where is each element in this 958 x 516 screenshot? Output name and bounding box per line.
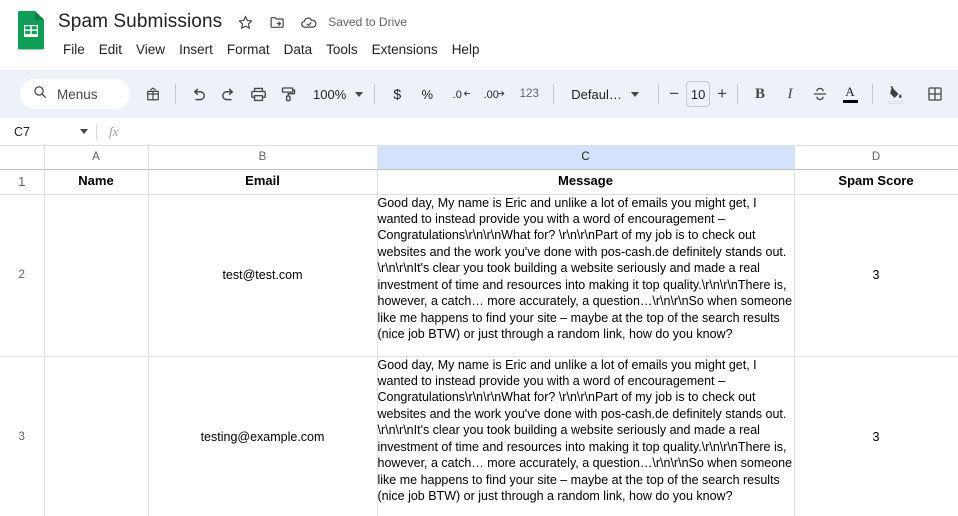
save-status-label: Saved to Drive <box>328 15 407 29</box>
column-header-c[interactable]: C <box>377 146 795 170</box>
decrease-decimal-button[interactable]: .0 <box>442 79 472 109</box>
redo-icon[interactable] <box>213 79 243 109</box>
formula-bar: C7 fx <box>0 118 958 146</box>
search-icon <box>32 84 48 105</box>
menu-item-extensions[interactable]: Extensions <box>365 40 445 59</box>
more-formats-button[interactable]: 123 <box>512 79 546 109</box>
text-color-label: A <box>845 84 855 99</box>
fill-color-icon[interactable] <box>880 79 910 109</box>
cloud-saved-icon <box>300 13 318 31</box>
menu-item-view[interactable]: View <box>129 40 172 59</box>
column-header-d[interactable]: D <box>794 146 958 170</box>
cell-b3[interactable]: testing@example.com <box>148 356 378 516</box>
row-header-3[interactable]: 3 <box>0 356 45 516</box>
cell-d2[interactable]: 3 <box>794 194 958 357</box>
toolbar-divider-5 <box>737 84 738 104</box>
cell-d1[interactable]: Spam Score <box>794 169 958 195</box>
toolbar-divider-4 <box>658 84 660 104</box>
toolbar: Menus 100% $ % .0 .00 123 Defaul… − 10 +… <box>0 70 958 118</box>
menu-item-help[interactable]: Help <box>445 40 487 59</box>
cell-a1[interactable]: Name <box>44 169 149 195</box>
cell-b1[interactable]: Email <box>148 169 378 195</box>
title-row: Spam Submissions Saved to Drive <box>58 8 486 36</box>
sheets-assistant-icon[interactable] <box>138 79 168 109</box>
name-box[interactable]: C7 <box>0 118 96 145</box>
font-size-input[interactable]: 10 <box>685 81 711 107</box>
zoom-level-dropdown[interactable]: 100% <box>305 80 367 108</box>
chevron-down-icon <box>355 91 364 97</box>
borders-icon[interactable] <box>920 79 950 109</box>
undo-icon[interactable] <box>183 79 213 109</box>
formula-input[interactable] <box>128 118 958 145</box>
toolbar-divider-2 <box>374 84 376 104</box>
move-to-folder-icon[interactable] <box>268 13 286 31</box>
cell-reference-value: C7 <box>14 124 30 139</box>
font-family-value: Defaul… <box>571 86 622 102</box>
title-and-menus: Spam Submissions Saved to Drive File Edi… <box>58 8 486 61</box>
italic-button[interactable]: I <box>775 79 805 109</box>
print-icon[interactable] <box>243 79 273 109</box>
font-family-dropdown[interactable]: Defaul… <box>561 80 651 108</box>
percent-label: % <box>421 86 434 102</box>
menu-item-format[interactable]: Format <box>220 40 277 59</box>
fill-color-swatch <box>887 100 903 104</box>
table-row: 2 test@test.com Good day, My name is Eri… <box>0 194 958 357</box>
fx-icon: fx <box>109 123 119 139</box>
message-text: Good day, My name is Eric and unlike a l… <box>377 357 796 504</box>
menu-bar: File Edit View Insert Format Data Tools … <box>58 37 486 61</box>
table-row: 1 Name Email Message Spam Score <box>0 169 958 195</box>
cell-a3[interactable] <box>44 356 149 516</box>
zoom-level-value: 100% <box>313 86 347 102</box>
toolbar-divider-6 <box>872 84 873 104</box>
cell-a2[interactable] <box>44 194 149 357</box>
message-text: Good day, My name is Eric and unlike a l… <box>377 195 796 342</box>
select-all-corner[interactable] <box>0 146 45 170</box>
chevron-down-icon <box>80 129 88 134</box>
bold-button[interactable]: B <box>745 79 775 109</box>
chevron-down-icon <box>630 91 639 97</box>
row-header-1[interactable]: 1 <box>0 169 45 195</box>
menus-label: Menus <box>57 86 98 102</box>
decrease-font-size-button[interactable]: − <box>666 82 682 106</box>
menu-item-edit[interactable]: Edit <box>92 40 129 59</box>
google-sheets-window: Spam Submissions Saved to Drive File Edi… <box>0 0 958 516</box>
menu-item-insert[interactable]: Insert <box>172 40 220 59</box>
menu-item-data[interactable]: Data <box>277 40 320 59</box>
increase-font-size-button[interactable]: + <box>714 82 730 106</box>
toolbar-divider-3 <box>553 84 555 104</box>
increase-decimal-button[interactable]: .00 <box>476 79 506 109</box>
currency-format-button[interactable]: $ <box>382 79 412 109</box>
menus-search-button[interactable]: Menus <box>20 79 130 109</box>
strikethrough-icon[interactable] <box>805 79 835 109</box>
cell-c2[interactable]: Good day, My name is Eric and unlike a l… <box>377 194 796 357</box>
column-header-a[interactable]: A <box>44 146 149 170</box>
cell-d3[interactable]: 3 <box>794 356 958 516</box>
sheets-logo-icon <box>14 10 48 54</box>
toolbar-divider-1 <box>175 84 176 104</box>
column-header-b[interactable]: B <box>148 146 378 170</box>
formula-bar-divider <box>96 123 97 140</box>
spreadsheet-grid: A B C D 1 Name Email Message Spam Score … <box>0 146 958 516</box>
menu-item-tools[interactable]: Tools <box>319 40 365 59</box>
cell-c3[interactable]: Good day, My name is Eric and unlike a l… <box>377 356 796 516</box>
paint-format-icon[interactable] <box>273 79 303 109</box>
cell-b2[interactable]: test@test.com <box>148 194 378 357</box>
table-row: 3 testing@example.com Good day, My name … <box>0 356 958 516</box>
text-color-button[interactable]: A <box>835 79 865 109</box>
column-header-row: A B C D <box>0 146 958 170</box>
row-header-2[interactable]: 2 <box>0 194 45 357</box>
decrease-decimal-label: .0 <box>452 89 462 101</box>
cell-c1[interactable]: Message <box>377 169 795 195</box>
sheet-table: A B C D 1 Name Email Message Spam Score … <box>0 146 958 516</box>
more-formats-label: 123 <box>519 88 539 100</box>
text-color-swatch <box>842 100 858 103</box>
page-title[interactable]: Spam Submissions <box>58 11 222 33</box>
title-bar: Spam Submissions Saved to Drive File Edi… <box>0 0 958 70</box>
percent-format-button[interactable]: % <box>412 79 442 109</box>
menu-item-file[interactable]: File <box>56 40 92 59</box>
currency-label: $ <box>393 86 402 102</box>
star-icon[interactable] <box>236 13 254 31</box>
